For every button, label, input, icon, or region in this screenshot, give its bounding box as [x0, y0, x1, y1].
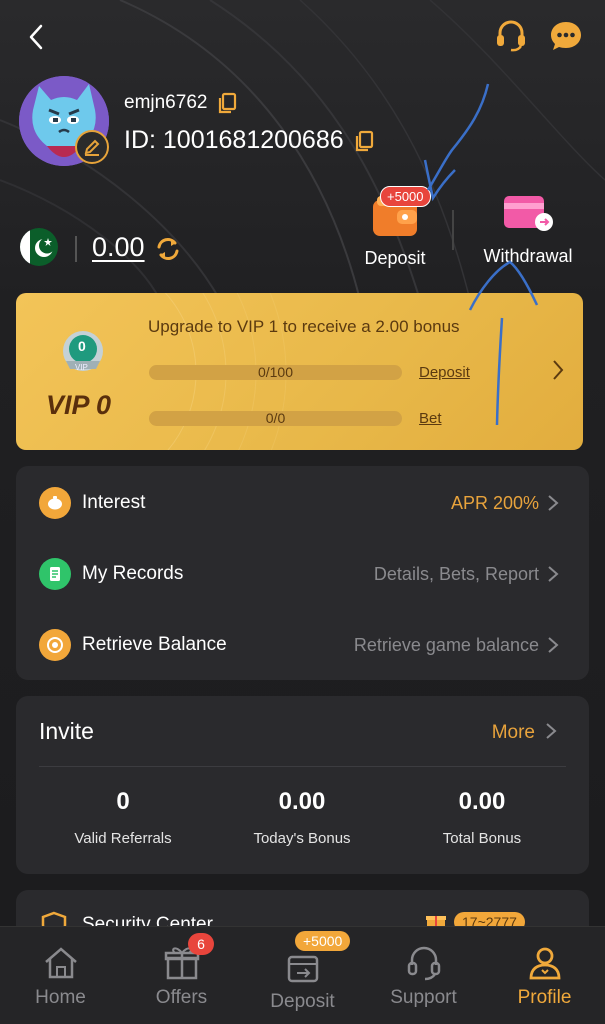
deposit-bonus-badge: +5000	[295, 931, 351, 951]
menu-item-value: Retrieve game balance	[353, 634, 539, 655]
offers-count-badge: 6	[188, 933, 214, 955]
menu-item-interest[interactable]: Interest APR 200%	[16, 468, 589, 538]
nav-label: Deposit	[270, 991, 335, 1012]
nav-label: Offers	[155, 987, 208, 1008]
divider	[75, 236, 77, 262]
deposit-progress-bar: 0/100	[149, 365, 402, 380]
menu-item-label: Interest	[82, 492, 146, 513]
chevron-left-icon	[29, 24, 43, 50]
menu-item-label: Retrieve Balance	[82, 634, 227, 655]
invite-card: Invite More 0 Valid Referrals 0.00 Today…	[16, 696, 589, 874]
user-id-row: ID: 1001681200686	[124, 126, 374, 155]
user-id: ID: 1001681200686	[124, 126, 344, 154]
pen-icon	[84, 139, 100, 156]
menu-item-value: APR 200%	[450, 492, 539, 513]
balance-amount: 0.00	[92, 232, 145, 262]
profile-screen: emjn6762 ID: 1001681200686 0.00 Deposit …	[0, 0, 605, 1024]
menu-item-label: My Records	[82, 563, 184, 584]
chevron-right-icon	[548, 495, 559, 511]
nav-label: Support	[390, 987, 457, 1008]
divider	[39, 766, 566, 767]
invite-title: Invite	[39, 718, 94, 744]
copy-icon[interactable]	[217, 92, 237, 114]
edit-avatar-button[interactable]	[75, 130, 109, 164]
refresh-icon[interactable]	[154, 235, 182, 263]
support-button[interactable]	[493, 18, 529, 54]
headset-icon	[407, 946, 440, 981]
username-row: emjn6762	[124, 92, 237, 114]
vip-upgrade-text: Upgrade to VIP 1 to receive a 2.00 bonus	[148, 317, 460, 336]
records-icon	[39, 558, 71, 590]
bet-progress-text: 0/0	[265, 410, 286, 426]
chevron-right-icon[interactable]	[545, 722, 557, 740]
nav-label: Home	[35, 987, 86, 1008]
stat-value: 0.00	[458, 788, 506, 815]
vip-deposit-link[interactable]: Deposit	[419, 364, 470, 381]
chevron-right-icon[interactable]	[550, 358, 566, 382]
deposit-bonus-badge: +5000	[380, 186, 431, 207]
nav-deposit[interactable]: Deposit +5000	[242, 927, 363, 1024]
nav-support[interactable]: Support	[363, 927, 484, 1024]
home-icon	[44, 947, 77, 979]
menu-item-retrieve-balance[interactable]: Retrieve Balance Retrieve game balance	[16, 610, 589, 680]
nav-home[interactable]: Home	[0, 927, 121, 1024]
menu-card: Interest APR 200% My Records Details, Be…	[16, 466, 589, 680]
menu-item-value: Details, Bets, Report	[373, 563, 539, 584]
stat-value: 0.00	[278, 788, 326, 815]
nav-label: Profile	[517, 987, 572, 1008]
stat-value: 0	[116, 788, 130, 815]
stat-label: Valid Referrals	[74, 830, 172, 847]
vip-level: VIP 0	[46, 390, 112, 420]
nav-profile[interactable]: Profile	[484, 927, 605, 1024]
chat-bubble-icon	[551, 22, 581, 50]
chat-button[interactable]	[548, 18, 584, 54]
copy-icon[interactable]	[354, 130, 374, 152]
nav-offers[interactable]: Offers 6	[121, 927, 242, 1024]
withdrawal-label: Withdrawal	[483, 246, 573, 266]
piggy-bank-icon	[39, 487, 71, 519]
vip-card[interactable]: 0 VIP VIP 0 Upgrade to VIP 1 to receive …	[16, 293, 583, 450]
vip-badge-label: VIP	[75, 363, 88, 372]
chevron-right-icon	[548, 637, 559, 653]
deposit-label: Deposit	[364, 248, 426, 268]
stat-total-bonus: 0.00 Total Bonus	[392, 788, 572, 847]
username: emjn6762	[124, 92, 208, 113]
stat-label: Today's Bonus	[253, 830, 351, 847]
invite-more-link[interactable]: More	[492, 722, 535, 744]
stat-valid-referrals: 0 Valid Referrals	[33, 788, 213, 847]
bottom-nav: Home Offers 6 Deposit +5000 Support Prof…	[0, 926, 605, 1024]
bet-progress-bar: 0/0	[149, 411, 402, 426]
stat-label: Total Bonus	[442, 830, 522, 847]
card-icon	[504, 196, 553, 231]
vip-bet-link[interactable]: Bet	[419, 410, 442, 427]
deposit-progress-text: 0/100	[257, 364, 294, 380]
user-icon	[529, 947, 560, 980]
headset-icon	[497, 20, 525, 52]
pakistan-flag-icon	[20, 228, 58, 266]
divider	[452, 210, 454, 250]
stat-todays-bonus: 0.00 Today's Bonus	[212, 788, 392, 847]
menu-item-my-records[interactable]: My Records Details, Bets, Report	[16, 539, 589, 609]
back-button[interactable]	[22, 22, 50, 52]
deposit-icon	[287, 955, 318, 983]
withdrawal-action[interactable]: Withdrawal	[474, 190, 582, 267]
chevron-right-icon	[548, 566, 559, 582]
vip-badge-level: 0	[78, 338, 86, 354]
coin-icon	[39, 629, 71, 661]
